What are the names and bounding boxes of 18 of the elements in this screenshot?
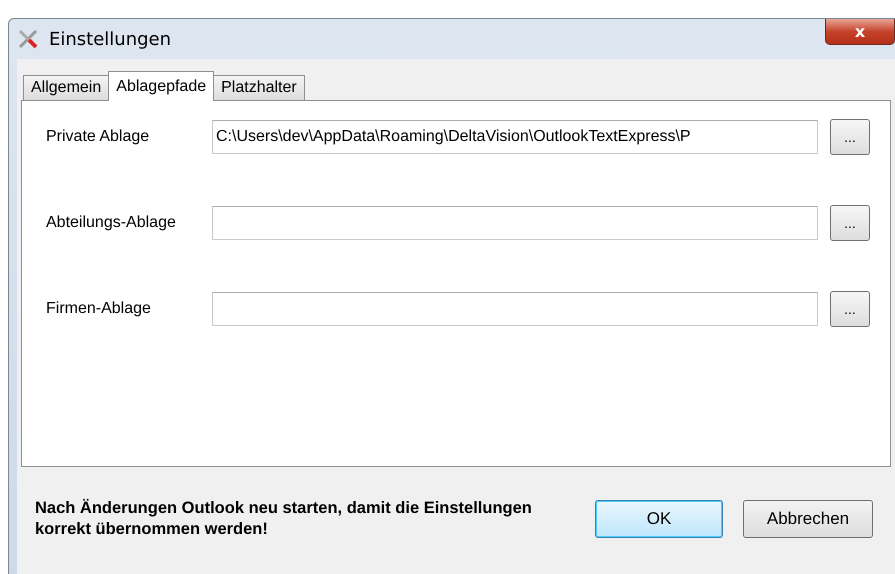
- browse-button[interactable]: ...: [830, 291, 870, 327]
- tools-icon: [17, 28, 39, 50]
- field-label: Firmen-Ablage: [46, 300, 152, 318]
- path-field[interactable]: [212, 206, 818, 240]
- tab[interactable]: Ablagepfade: [108, 71, 214, 101]
- tab[interactable]: Platzhalter: [213, 75, 305, 101]
- path-field[interactable]: C:\Users\dev\AppData\Roaming\DeltaVision\OutlookTextExpress\P: [212, 120, 818, 154]
- window-title: Einstellungen: [49, 28, 172, 50]
- ok-button[interactable]: OK: [595, 500, 723, 538]
- field-label: Abteilungs-Ablage: [46, 214, 177, 232]
- browse-button[interactable]: ...: [830, 205, 870, 241]
- restart-note: Nach Änderungen Outlook neu starten, damit die Einstellungen korrekt übernommen werden!: [35, 498, 533, 540]
- browse-button[interactable]: ...: [830, 119, 870, 155]
- close-button[interactable]: x: [825, 19, 895, 45]
- cancel-button[interactable]: Abbrechen: [743, 500, 873, 538]
- field-label: Private Ablage: [46, 128, 150, 146]
- tab[interactable]: Allgemein: [23, 75, 110, 101]
- path-field[interactable]: [212, 292, 818, 326]
